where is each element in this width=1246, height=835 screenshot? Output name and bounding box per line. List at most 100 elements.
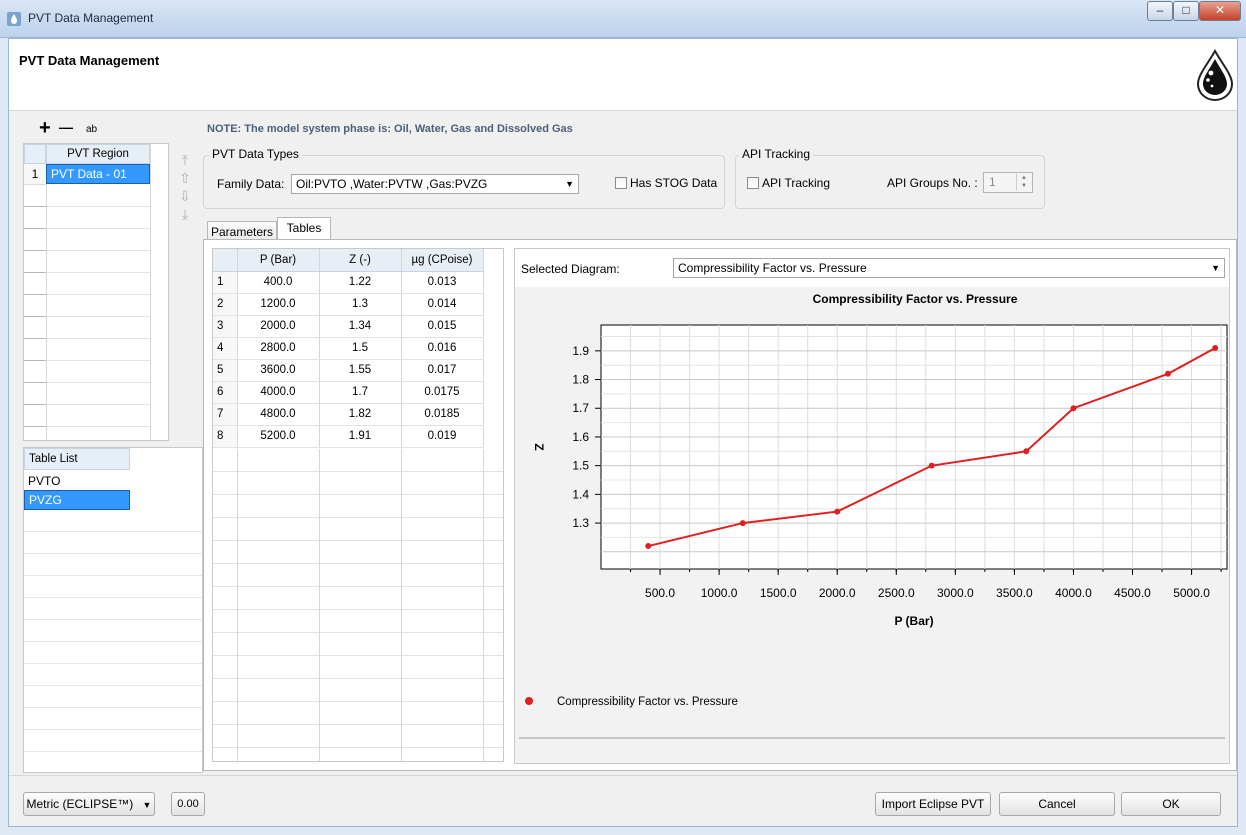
y-tick-label: 1.3 [572, 516, 589, 530]
table-cell[interactable]: 0.013 [401, 271, 484, 294]
row-number: 7 [213, 403, 238, 426]
table-cell[interactable]: 1200.0 [237, 293, 320, 316]
table-header-row: P (Bar) Z (-) µg (CPoise) [213, 249, 484, 272]
table-cell[interactable]: 1.34 [319, 315, 402, 338]
table-row[interactable]: 1 400.0 1.22 0.013 [213, 271, 484, 294]
column-header-p: P (Bar) [237, 249, 320, 272]
api-tracking-checkbox[interactable] [747, 177, 759, 189]
family-data-label: Family Data: [217, 177, 285, 191]
row-number: 3 [213, 315, 238, 338]
region-row-pvt-data-01[interactable]: PVT Data - 01 [46, 164, 150, 184]
x-tick-label: 4500.0 [1114, 586, 1151, 600]
ok-button[interactable]: OK [1121, 792, 1221, 816]
move-up-icon[interactable]: ⇧ [177, 169, 193, 187]
import-eclipse-pvt-button[interactable]: Import Eclipse PVT [875, 792, 991, 816]
table-cell[interactable]: 1.91 [319, 425, 402, 448]
api-groups-spinner[interactable]: 1 ▲ ▼ [983, 172, 1033, 193]
region-row-number: 1 [24, 164, 46, 185]
move-top-icon[interactable]: ⤒ [177, 151, 193, 169]
app-icon [7, 12, 21, 26]
move-down-icon[interactable]: ⇩ [177, 187, 193, 205]
api-tracking-label: API Tracking [762, 176, 831, 190]
table-cell[interactable]: 1.5 [319, 337, 402, 360]
row-number: 2 [213, 293, 238, 316]
x-tick-label: 1000.0 [701, 586, 738, 600]
table-cell[interactable]: 0.019 [401, 425, 484, 448]
table-list-item-pvto[interactable]: PVTO [28, 472, 60, 490]
table-row[interactable]: 4 2800.0 1.5 0.016 [213, 337, 484, 360]
row-move-controls: ⤒ ⇧ ⇩ ⤓ [177, 151, 193, 223]
x-tick-label: 1500.0 [760, 586, 797, 600]
table-list: Table List PVTO PVZG [23, 447, 203, 773]
has-stog-label: Has STOG Data [630, 176, 718, 190]
table-cell[interactable]: 2000.0 [237, 315, 320, 338]
y-axis-label: Z [532, 443, 546, 450]
table-cell[interactable]: 400.0 [237, 271, 320, 294]
data-point [1164, 370, 1171, 377]
chevron-down-icon: ▼ [565, 179, 574, 189]
table-row[interactable]: 6 4000.0 1.7 0.0175 [213, 381, 484, 404]
table-cell[interactable]: 0.015 [401, 315, 484, 338]
window-titlebar[interactable]: PVT Data Management – □ ✕ [0, 0, 1246, 38]
table-row[interactable]: 2 1200.0 1.3 0.014 [213, 293, 484, 316]
grid-empty-rows [213, 449, 503, 761]
table-cell[interactable]: 4000.0 [237, 381, 320, 404]
move-bottom-icon[interactable]: ⤓ [177, 205, 193, 223]
minimize-icon[interactable]: – [1147, 1, 1173, 21]
table-cell[interactable]: 1.55 [319, 359, 402, 382]
table-cell[interactable]: 0.0175 [401, 381, 484, 404]
add-region-button[interactable]: + [39, 117, 51, 140]
dialog-client: PVT Data Management + — ab PVT Region 1 … [8, 38, 1238, 827]
cancel-button[interactable]: Cancel [999, 792, 1115, 816]
has-stog-checkbox[interactable] [615, 177, 627, 189]
y-tick-label: 1.4 [572, 487, 589, 501]
y-tick-label: 1.7 [572, 401, 589, 415]
table-cell[interactable]: 1.3 [319, 293, 402, 316]
row-number: 6 [213, 381, 238, 404]
table-cell[interactable]: 1.82 [319, 403, 402, 426]
spinner-arrows-icon[interactable]: ▲ ▼ [1016, 174, 1031, 191]
table-cell[interactable]: 5200.0 [237, 425, 320, 448]
unit-system-select[interactable]: Metric (ECLIPSE™) ▼ [23, 792, 155, 816]
column-header-z: Z (-) [319, 249, 402, 272]
table-list-item-pvzg[interactable]: PVZG [24, 490, 130, 510]
table-row[interactable]: 5 3600.0 1.55 0.017 [213, 359, 484, 382]
chart-area: Selected Diagram: Compressibility Factor… [514, 248, 1230, 764]
rename-region-button[interactable]: ab [86, 124, 97, 135]
diagram-select[interactable]: Compressibility Factor vs. Pressure ▼ [673, 258, 1225, 278]
region-row-headers [24, 185, 46, 441]
table-cell[interactable]: 1.22 [319, 271, 402, 294]
family-data-select[interactable]: Oil:PVTO ,Water:PVTW ,Gas:PVZG ▼ [291, 174, 579, 194]
table-cell[interactable]: 2800.0 [237, 337, 320, 360]
phase-note: NOTE: The model system phase is: Oil, Wa… [207, 123, 573, 135]
remove-region-button[interactable]: — [59, 119, 73, 135]
pvt-data-types-label: PVT Data Types [209, 147, 302, 161]
tab-tables[interactable]: Tables [277, 217, 331, 241]
table-cell[interactable]: 3600.0 [237, 359, 320, 382]
header-panel: PVT Data Management [9, 39, 1237, 111]
table-cell[interactable]: 0.014 [401, 293, 484, 316]
column-header-mug: µg (CPoise) [401, 249, 484, 272]
maximize-icon[interactable]: □ [1173, 1, 1199, 21]
chevron-down-icon: ▼ [142, 800, 152, 810]
table-cell[interactable]: 0.0185 [401, 403, 484, 426]
table-cell[interactable]: 0.017 [401, 359, 484, 382]
plot-area [600, 324, 1228, 570]
x-tick-label: 2000.0 [819, 586, 856, 600]
table-row[interactable]: 8 5200.0 1.91 0.019 [213, 425, 484, 448]
data-point [1023, 448, 1030, 455]
table-cell[interactable]: 4800.0 [237, 403, 320, 426]
row-number: 4 [213, 337, 238, 360]
close-icon[interactable]: ✕ [1199, 1, 1241, 21]
table-row[interactable]: 3 2000.0 1.34 0.015 [213, 315, 484, 338]
precision-button[interactable]: 0.00 [171, 792, 205, 816]
data-point [739, 520, 746, 527]
table-cell[interactable]: 1.7 [319, 381, 402, 404]
row-number: 1 [213, 271, 238, 294]
data-point [928, 462, 935, 469]
legend-marker [525, 697, 533, 705]
pvt-region-table: PVT Region 1 PVT Data - 01 [23, 143, 169, 441]
table-row[interactable]: 7 4800.0 1.82 0.0185 [213, 403, 484, 426]
table-cell[interactable]: 0.016 [401, 337, 484, 360]
x-tick-label: 5000.0 [1173, 586, 1210, 600]
